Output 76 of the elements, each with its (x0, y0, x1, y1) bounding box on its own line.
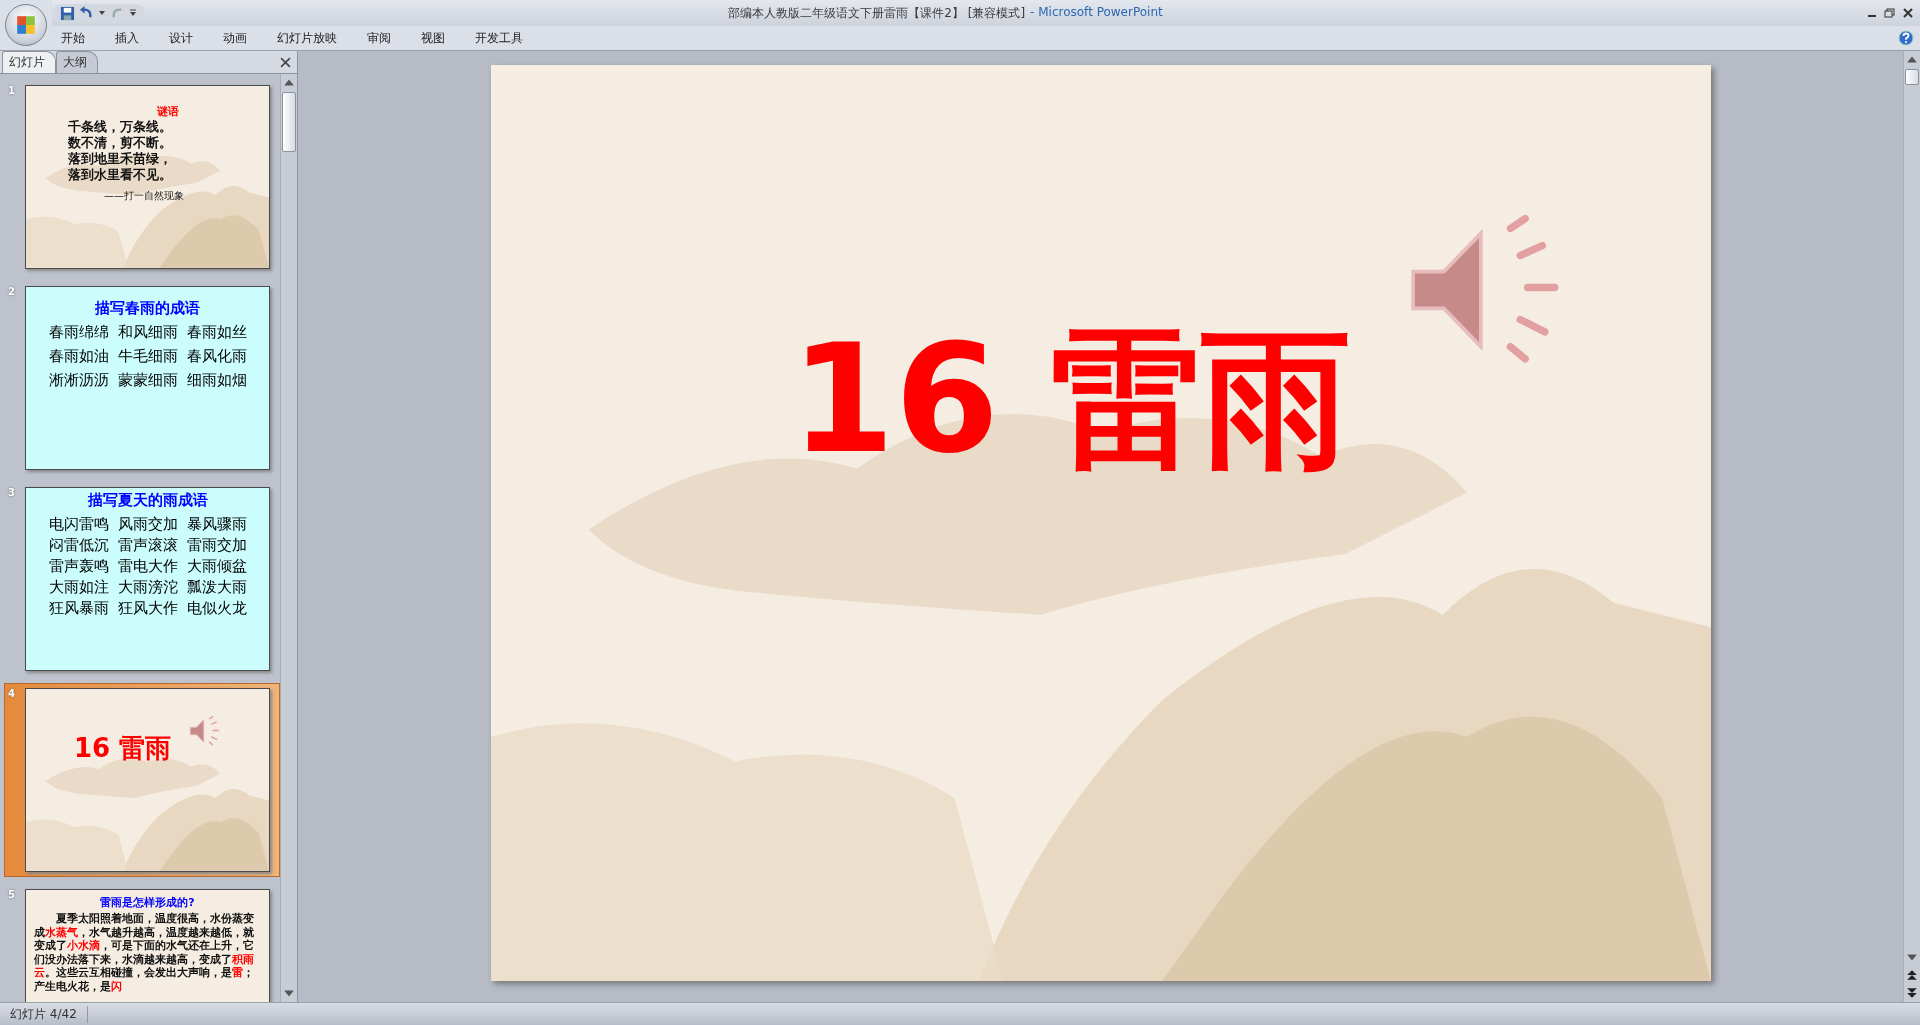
idiom-text: 狂风暴雨 (48, 599, 109, 618)
customize-icon[interactable] (129, 9, 137, 17)
restore-icon[interactable] (1884, 7, 1896, 19)
slide-title: 16 雷雨 (74, 732, 172, 765)
idiom-text: 大雨如注 (48, 578, 109, 597)
ribbon-tab[interactable]: 幻灯片放映 (268, 27, 350, 49)
scroll-thumb[interactable] (1905, 69, 1919, 85)
idiom-text: 雷电大作 (117, 557, 178, 576)
slide-thumbnail[interactable]: 描写春雨的成语 春雨绵绵 和风细雨 春雨如丝 春雨如油 牛毛细雨 春风化雨 淅淅沥沥 蒙蒙细雨 细雨如烟 (25, 286, 270, 470)
ribbon-tab[interactable]: 动画 (214, 27, 260, 49)
ribbon-tab[interactable]: 视图 (412, 27, 458, 49)
idiom-text: 淅淅沥沥 (48, 371, 109, 390)
riddle-line: 落到地里禾苗绿， (68, 151, 172, 167)
slide-thumbnail-item[interactable]: 5 雷雨是怎样形成的? 夏季太阳照着地面，温度很高，水份蒸变成水蒸气，水气越升越高，温度越来越低，就变成了小水滴，可是下面的水气还在上升，它们没办法落下来，水滴越来越高，变成了积雨云。这些云互相碰撞，会发出大声响，是雷；产生电火花，是闪 (4, 884, 280, 1002)
idiom-text: 雷声滚滚 (117, 536, 178, 555)
idiom-text: 春雨如油 (48, 347, 109, 366)
riddle-line: 千条线，万条线。 (68, 119, 172, 135)
idiom-text: 和风细雨 (117, 323, 178, 342)
idiom-text: 暴风骤雨 (186, 515, 247, 534)
riddle-line: 数不清，剪不断。 (68, 135, 172, 151)
slide-thumbnail[interactable]: 描写夏天的雨成语 电闪雷鸣 风雨交加 暴风骤雨 闷雷低沉 雷声滚滚 雷雨交加 雷声轰鸣 雷电大作 大雨倾盆 大雨如注 大雨滂沱 瓢泼大雨 狂风暴雨 狂风大作 电似火龙 (25, 487, 270, 671)
slide-thumbnail-item[interactable]: 2 描写春雨的成语 春雨绵绵 和风细雨 春雨如丝 春雨如油 牛毛细雨 春风化雨 淅淅沥沥 蒙蒙细雨 细雨如烟 (4, 281, 280, 475)
slide-number: 1 (8, 85, 16, 98)
idiom-text: 雷雨交加 (186, 536, 247, 555)
idiom-text: 牛毛细雨 (117, 347, 178, 366)
riddle-note: ——打一自然现象 (104, 189, 184, 203)
slide-heading: 雷雨是怎样形成的? (100, 895, 195, 910)
office-logo-icon (15, 14, 37, 36)
idiom-text: 雷声轰鸣 (48, 557, 109, 576)
ribbon-tab[interactable]: 审阅 (358, 27, 404, 49)
riddle-line: 落到水里看不见。 (68, 167, 172, 183)
slide-heading: 描写夏天的雨成语 (87, 491, 208, 510)
idiom-text: 风雨交加 (117, 515, 178, 534)
idiom-text: 细雨如烟 (186, 371, 247, 390)
idiom-text: 春风化雨 (186, 347, 247, 366)
slide-thumbnail[interactable]: 谜语 千条线，万条线。 数不清，剪不断。 落到地里禾苗绿， 落到水里看不见。 ——打一自然现象 (25, 85, 270, 269)
slide-heading: 描写春雨的成语 (95, 299, 200, 318)
idiom-text: 闷雷低沉 (48, 536, 109, 555)
slide-thumbnail[interactable]: 雷雨是怎样形成的? 夏季太阳照着地面，温度很高，水份蒸变成水蒸气，水气越升越高，温度越来越低，就变成了小水滴，可是下面的水气还在上升，它们没办法落下来，水滴越来越高，变成了积雨云。这些云互相碰撞，会发出大声响，是雷；产生电火花，是闪 (25, 889, 270, 1002)
idiom-text: 大雨倾盆 (186, 557, 247, 576)
idiom-text: 瓢泼大雨 (186, 578, 247, 597)
ribbon-tab[interactable]: 开发工具 (466, 27, 536, 49)
save-icon[interactable] (60, 5, 75, 21)
app-name: - Microsoft PowerPoint (1030, 4, 1163, 21)
idiom-text: 狂风大作 (117, 599, 178, 618)
idiom-text: 蒙蒙细雨 (117, 371, 178, 390)
idiom-text: 大雨滂沱 (117, 578, 178, 597)
ribbon-tab[interactable]: 设计 (160, 27, 206, 49)
scroll-thumb[interactable] (282, 92, 296, 152)
window-title: 部编本人教版二年级语文下册雷雨【课件2】 [兼容模式] (728, 4, 1026, 22)
slide-number: 2 (8, 286, 16, 299)
scrollbar[interactable] (1903, 51, 1920, 1002)
slide-thumbnail-item[interactable]: 1 谜语 千条线，万条线。 数不清，剪不断。 落到地里禾苗绿， 落到水里看不见。 ——打一自然现象 (4, 80, 280, 274)
previous-slide-icon[interactable] (1906, 969, 1918, 981)
idiom-text: 电闪雷鸣 (48, 515, 109, 534)
close-icon[interactable] (1902, 7, 1914, 19)
panel-tab[interactable]: 幻灯片 (2, 51, 56, 73)
office-button[interactable] (5, 4, 47, 46)
idiom-text: 电似火龙 (186, 599, 247, 618)
slide-position: 幻灯片 4/42 (0, 1005, 88, 1023)
idiom-text: 春雨如丝 (186, 323, 247, 342)
slide-number: 5 (8, 889, 16, 902)
ribbon-tab[interactable]: 开始 (52, 27, 98, 49)
idiom-text: 春雨绵绵 (48, 323, 109, 342)
slide-heading: 谜语 (156, 104, 179, 119)
close-icon[interactable] (280, 56, 291, 68)
slide-thumbnail-item[interactable]: 3 描写夏天的雨成语 电闪雷鸣 风雨交加 暴风骤雨 闷雷低沉 雷声滚滚 雷雨交加 雷声轰鸣 雷电大作 大雨倾盆 大雨如注 大雨滂沱 瓢泼大雨 狂风暴雨 狂风大作 电似火龙 (4, 482, 280, 676)
scrollbar[interactable] (280, 74, 297, 1002)
panel-tab[interactable]: 大纲 (56, 51, 98, 73)
help-icon[interactable] (1898, 30, 1914, 46)
ribbon-tab[interactable]: 插入 (106, 27, 152, 49)
slide-paragraph: 夏季太阳照着地面，温度很高，水份蒸变成水蒸气，水气越升越高，温度越来越低，就变成了小水滴，可是下面的水气还在上升，它们没办法落下来，水滴越来越高，变成了积雨云。这些云互相碰撞，会发出大声响，是雷；产生电火花，是闪 (34, 912, 255, 993)
next-slide-icon[interactable] (1906, 987, 1918, 999)
slide-number: 4 (8, 688, 16, 701)
slide-number: 3 (8, 487, 16, 500)
caret-icon[interactable] (98, 9, 106, 17)
